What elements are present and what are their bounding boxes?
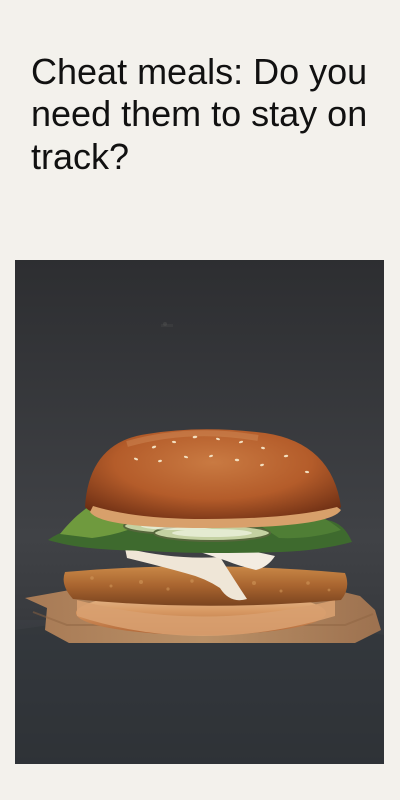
article-title: Cheat meals: Do you need them to stay on… (31, 51, 368, 177)
burger-illustration (15, 260, 384, 764)
article-page: Cheat meals: Do you need them to stay on… (0, 0, 400, 800)
hero-image (15, 260, 384, 764)
